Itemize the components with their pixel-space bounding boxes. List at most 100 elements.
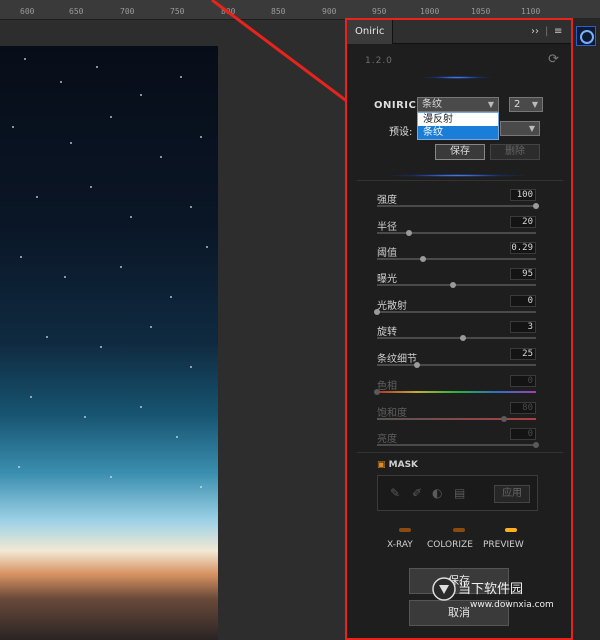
chevron-down-icon: ▼ [487,100,494,109]
slider-label: 阈值 [377,248,397,259]
star [60,81,62,83]
collapse-icon[interactable]: ›› [531,24,539,40]
mode-label-xray[interactable]: X-RAY [387,540,413,550]
count-select[interactable]: 2 ▼ [509,97,543,112]
slider-value-field[interactable]: 80 [510,402,536,414]
slider-track[interactable] [374,309,536,315]
star [190,206,192,208]
slider-track[interactable] [377,416,536,422]
slider-knob[interactable] [450,282,457,288]
chevron-down-icon: ▼ [528,124,535,133]
slider-value-field[interactable]: 20 [510,216,536,228]
slider-track[interactable] [377,335,536,341]
preset-select[interactable]: ▼ [500,121,540,136]
divider: | [545,26,549,37]
xray-indicator[interactable] [399,528,411,532]
slider-label: 曝光 [377,274,397,285]
delete-preset-button[interactable]: 删除 [490,144,540,160]
save-preset-button[interactable]: 保存 [435,144,485,160]
slider-track[interactable] [377,282,536,288]
ruler-tick-label: 1000 [420,7,440,16]
star [30,396,32,398]
divider [357,180,563,181]
mode-label-preview[interactable]: PREVIEW [483,540,524,550]
slider-track[interactable] [377,230,536,236]
star [46,336,48,338]
slider-label: 亮度 [377,434,397,445]
apply-mask-button[interactable]: 应用 [494,485,530,503]
dropdown-option-diffuse[interactable]: 漫反射 [418,113,498,126]
slider-value-field[interactable]: 0 [510,375,536,387]
right-panel-strip [573,18,600,640]
divider [357,452,563,453]
star [36,196,38,198]
slider-knob[interactable] [501,416,508,422]
panel-menu-icon[interactable]: ≡ [554,24,562,40]
slider-value-field[interactable]: 25 [510,348,536,360]
star [130,216,132,218]
slider-label: 旋转 [377,327,397,338]
horizontal-ruler: 600 650 700 750 800 850 900 950 1000 105… [0,0,600,20]
star [160,156,162,158]
dropdown-option-stripe[interactable]: 条纹 [418,126,498,139]
brush-icon[interactable]: ✎ [390,486,400,500]
ruler-tick-label: 800 [221,7,236,16]
star [70,142,72,144]
slider-knob[interactable] [405,230,412,236]
slider-label: 光散射 [377,301,407,312]
mask-icon: ▣ [377,460,386,470]
contrast-icon[interactable]: ◐ [432,486,442,500]
panel-tabbar: Oniric ›› | ≡ [347,20,571,44]
ruler-tick-label: 700 [120,7,135,16]
slider-track[interactable] [374,389,536,395]
star [18,466,20,468]
slider-knob[interactable] [533,442,539,448]
slider-knob[interactable] [533,203,539,209]
refresh-icon[interactable]: ⟳ [548,52,559,67]
star [150,326,152,328]
slider-value-field[interactable]: 100 [510,189,536,201]
slider-value-field[interactable]: 95 [510,268,536,280]
star [110,476,112,478]
oniric-label: ONIRIC [374,100,417,111]
slider-value-field[interactable]: 0.29 [510,242,536,254]
slider-knob[interactable] [459,335,466,341]
stamp-icon[interactable]: ▤ [454,486,465,500]
slider-label: 色相 [377,381,397,392]
slider-track[interactable] [377,442,539,448]
slider-track[interactable] [377,362,536,368]
version-label: 1.2.0 [365,56,393,66]
pencil-icon[interactable]: ✐ [412,486,422,500]
slider-label: 强度 [377,195,397,206]
slider-knob[interactable] [413,362,420,368]
ruler-tick-label: 1050 [471,7,491,16]
mode-label-colorize[interactable]: COLORIZE [427,540,473,550]
ruler-tick-label: 850 [271,7,286,16]
slider-track[interactable] [377,203,539,209]
slider-value-field[interactable]: 0 [510,428,536,440]
slider-value-field[interactable]: 3 [510,321,536,333]
mask-toolbox: ✎ ✐ ◐ ▤ 应用 [377,475,538,511]
ruler-tick-label: 650 [69,7,84,16]
slider-knob[interactable] [420,256,427,262]
colorize-indicator[interactable] [453,528,465,532]
type-dropdown-menu: 漫反射 条纹 [417,112,499,140]
slider-label: 饱和度 [377,408,407,419]
star [64,276,66,278]
slider-knob[interactable] [374,309,380,315]
star [176,436,178,438]
slider-label: 半径 [377,222,397,233]
star [20,256,22,258]
star [200,486,202,488]
ruler-tick-label: 950 [372,7,387,16]
slider-track[interactable] [377,256,536,262]
chevron-down-icon: ▼ [531,100,538,109]
oniric-panel-icon[interactable] [576,26,596,46]
tab-oniric[interactable]: Oniric [347,20,394,44]
type-select[interactable]: 条纹 ▼ [417,97,499,112]
night-sky-photo [0,46,218,640]
preview-indicator[interactable] [505,528,517,532]
slider-knob[interactable] [374,389,380,395]
slider-value-field[interactable]: 0 [510,295,536,307]
count-select-value: 2 [514,99,521,110]
